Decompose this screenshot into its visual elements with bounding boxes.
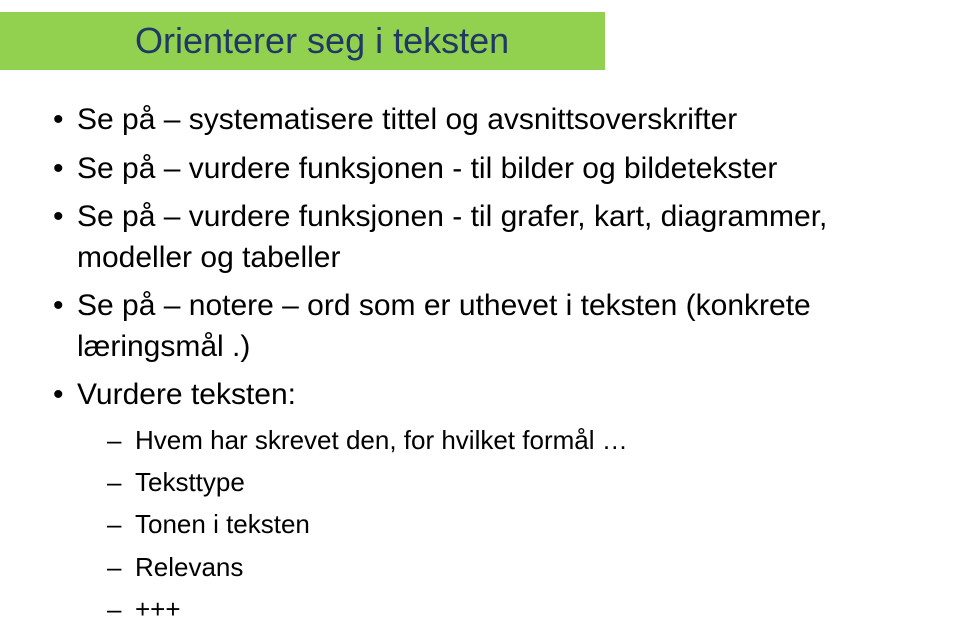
sub-list-item-text: Hvem har skrevet den, for hvilket formål…: [135, 425, 628, 455]
sub-list-item-text: Tonen i teksten: [135, 509, 310, 539]
page-title: Orienterer seg i teksten: [135, 20, 509, 62]
sub-list-item: Hvem har skrevet den, for hvilket formål…: [77, 422, 915, 458]
list-item: Se på – vurdere funksjonen - til bilder …: [45, 149, 915, 190]
sub-list-item-text: +++: [135, 594, 181, 624]
sub-list-item: +++: [77, 591, 915, 627]
list-item: Se på – vurdere funksjonen - til grafer,…: [45, 197, 915, 278]
title-bar: Orienterer seg i teksten: [0, 12, 605, 70]
sub-list-item-text: Relevans: [135, 552, 243, 582]
list-item-text: Se på – vurdere funksjonen - til bilder …: [77, 152, 777, 185]
sub-list-item-text: Teksttype: [135, 467, 245, 497]
list-item-text: Se på – vurdere funksjonen - til grafer,…: [77, 200, 827, 274]
list-item-text: Se på – notere – ord som er uthevet i te…: [77, 289, 811, 363]
sub-list-item: Teksttype: [77, 464, 915, 500]
list-item-text: Vurdere teksten:: [77, 378, 296, 411]
sub-bullet-list: Hvem har skrevet den, for hvilket formål…: [77, 422, 915, 628]
list-item-text: Se på – systematisere tittel og avsnitts…: [77, 103, 737, 136]
sub-list-item: Tonen i teksten: [77, 506, 915, 542]
bullet-list: Se på – systematisere tittel og avsnitts…: [45, 100, 915, 627]
list-item: Se på – systematisere tittel og avsnitts…: [45, 100, 915, 141]
list-item: Se på – notere – ord som er uthevet i te…: [45, 286, 915, 367]
content-area: Se på – systematisere tittel og avsnitts…: [45, 100, 915, 635]
list-item: Vurdere teksten: Hvem har skrevet den, f…: [45, 375, 915, 627]
sub-list-item: Relevans: [77, 549, 915, 585]
